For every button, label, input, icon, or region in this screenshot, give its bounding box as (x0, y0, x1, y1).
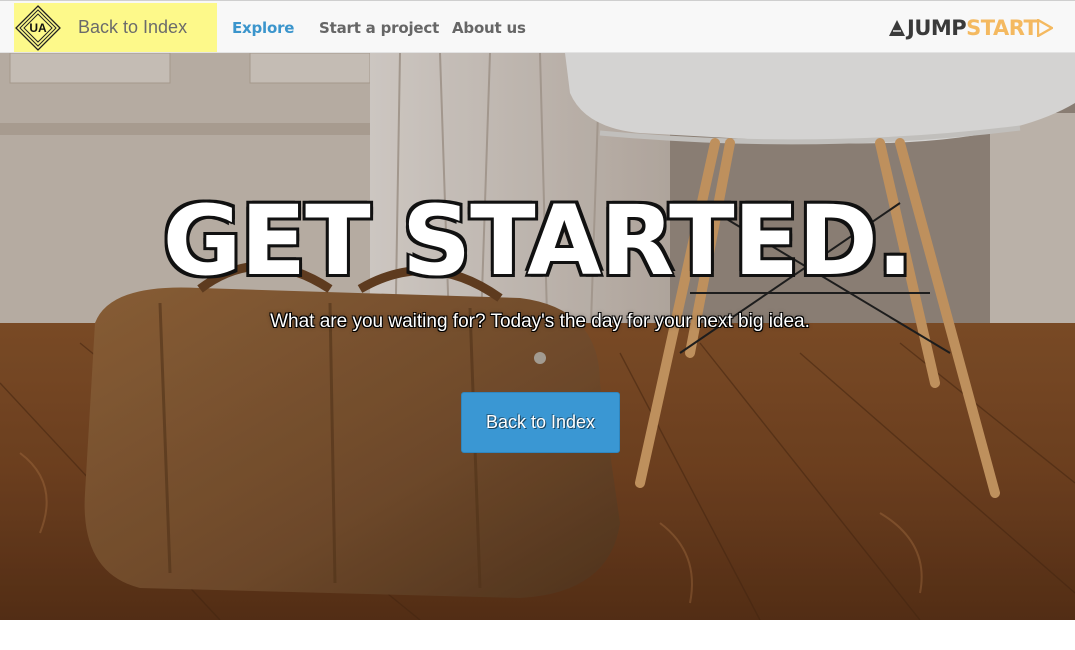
top-navigation-bar: UA Back to Index Explore Start a project… (0, 0, 1075, 53)
nav-about-us[interactable]: About us (452, 19, 526, 37)
back-to-index-link[interactable]: UA Back to Index (14, 3, 217, 52)
back-to-index-label: Back to Index (78, 17, 188, 37)
nav-start-a-project[interactable]: Start a project (319, 19, 439, 37)
hero-background-image (0, 53, 1075, 620)
back-to-index-button[interactable]: Back to Index (461, 392, 620, 453)
ua-logo-icon: UA (15, 4, 61, 51)
hero-subtitle: What are you waiting for? Today's the da… (270, 311, 810, 332)
brand-arrow-icon (1037, 19, 1054, 37)
hero-title: GET STARTED. (162, 185, 914, 297)
nav-explore[interactable]: Explore (232, 19, 294, 37)
brand-jump-text: JUMP (907, 16, 967, 40)
jumpstart-brand-logo[interactable]: JUMP START (888, 15, 1054, 41)
logo-text: UA (29, 20, 47, 35)
brand-start-text: START (966, 16, 1038, 40)
brand-triangle-icon (889, 20, 905, 36)
hero-section: GET STARTED. What are you waiting for? T… (0, 53, 1075, 620)
